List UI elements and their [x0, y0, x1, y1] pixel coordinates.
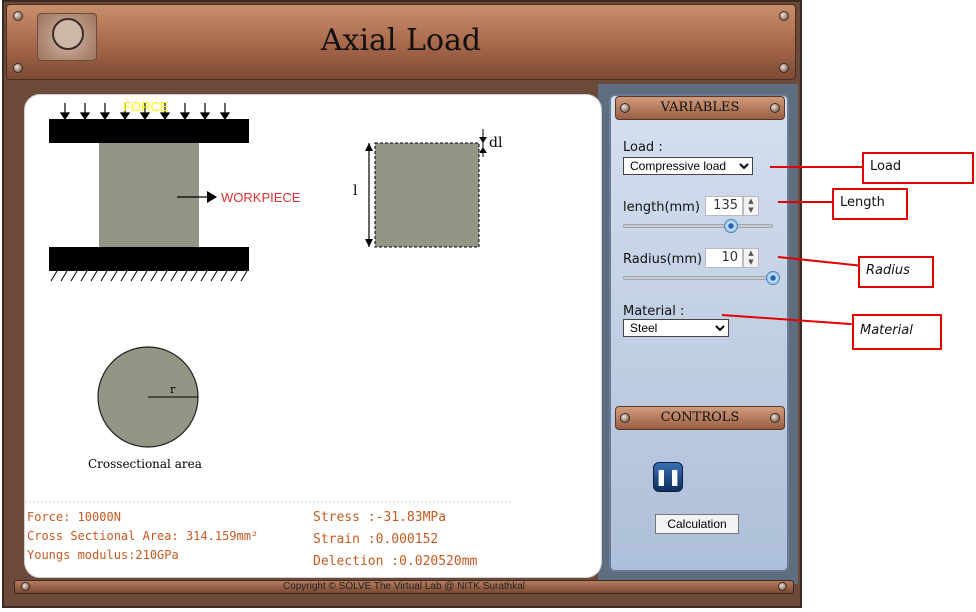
calculation-button[interactable]: Calculation: [655, 514, 739, 534]
radius-slider-handle[interactable]: [766, 271, 780, 285]
bottom-plate: [49, 247, 249, 271]
workpiece-label: WORKPIECE: [221, 190, 301, 205]
force-label: FORCE: [123, 99, 169, 114]
length-callout-line: [778, 201, 832, 203]
rivet-icon: [778, 582, 787, 591]
length-callout: Length: [832, 188, 908, 220]
radius-label: Radius(mm): [623, 252, 703, 267]
material-label: Material :: [623, 304, 685, 319]
controls-header: CONTROLS: [615, 406, 785, 430]
rivet-icon: [13, 63, 23, 73]
rivet-icon: [770, 103, 780, 113]
rivet-icon: [620, 103, 630, 113]
copyright-text: Copyright © SOLVE The Virtual Lab @ NITK…: [282, 581, 526, 592]
page-title: Axial Load: [320, 23, 482, 58]
deformed-workpiece: [374, 142, 480, 248]
variables-header: VARIABLES: [615, 96, 785, 120]
arrow-right-icon: [207, 191, 217, 203]
rivet-icon: [620, 413, 630, 423]
length-slider-handle[interactable]: [724, 219, 738, 233]
cross-section-label: Crossectional area: [88, 457, 202, 471]
spinner-arrows-icon[interactable]: ▲ ▼: [743, 196, 759, 216]
simulation-canvas: FORCE WORKPIECE l dl r Crossectional are…: [24, 94, 602, 578]
spinner-arrows-icon[interactable]: ▲ ▼: [743, 248, 759, 268]
rivet-icon: [770, 413, 780, 423]
length-label: length(mm): [623, 200, 700, 215]
area-value: Cross Sectional Area: 314.159mm²: [27, 529, 259, 543]
youngs-value: Youngs modulus:210GPa: [27, 548, 179, 562]
length-slider[interactable]: [623, 224, 773, 228]
radius-symbol: r: [170, 383, 176, 396]
material-select[interactable]: Steel: [623, 319, 729, 337]
length-spinner[interactable]: 135 ▲ ▼: [705, 196, 759, 216]
radius-spinner[interactable]: 10 ▲ ▼: [705, 248, 759, 268]
top-plate: [49, 119, 249, 143]
strain-value: Strain :0.000152: [313, 532, 439, 547]
rivet-icon: [779, 63, 789, 73]
arrow-down-icon: [365, 239, 373, 247]
delta-symbol: dl: [489, 135, 503, 151]
workpiece: [99, 143, 199, 247]
rivet-icon: [21, 582, 30, 591]
side-panel: VARIABLES Load : Compressive load length…: [609, 94, 789, 572]
radius-callout: Radius: [858, 256, 934, 288]
rivet-icon: [779, 11, 789, 21]
ground-hatch: [50, 270, 248, 282]
arrow-up-icon: [365, 143, 373, 151]
length-symbol: l: [353, 183, 358, 199]
radius-slider[interactable]: [623, 276, 773, 280]
load-label: Load :: [623, 140, 663, 155]
stress-value: Stress :-31.83MPa: [313, 510, 447, 525]
force-value: Force: 10000N: [27, 510, 121, 524]
footer: Copyright © SOLVE The Virtual Lab @ NITK…: [14, 580, 794, 594]
pause-icon: ❚❚: [654, 467, 682, 486]
pause-button[interactable]: ❚❚: [653, 462, 683, 492]
material-callout: Material: [852, 314, 942, 350]
rivet-icon: [13, 11, 23, 21]
simulation-diagram: FORCE WORKPIECE l dl r Crossectional are…: [25, 99, 513, 503]
load-callout-line: [770, 166, 862, 168]
length-input[interactable]: 135: [705, 196, 743, 216]
title-bar: Axial Load: [6, 4, 796, 80]
radius-input[interactable]: 10: [705, 248, 743, 268]
load-callout: Load: [862, 152, 974, 184]
arrow-down-icon: [479, 137, 487, 143]
load-select[interactable]: Compressive load: [623, 157, 753, 175]
arrow-up-icon: [479, 147, 487, 153]
deflection-value: Delection :0.020520mm: [313, 554, 478, 569]
